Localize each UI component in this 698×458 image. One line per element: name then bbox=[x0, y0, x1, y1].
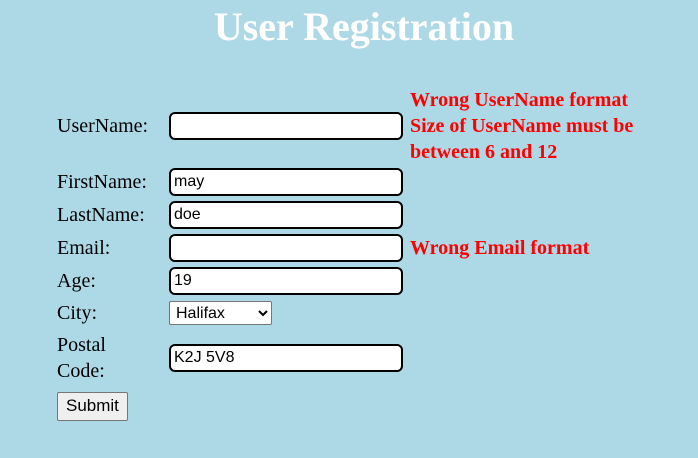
age-label: Age: bbox=[57, 269, 96, 292]
firstname-label: FirstName: bbox=[57, 170, 147, 193]
form-row-age: Age: bbox=[55, 264, 660, 297]
age-input[interactable] bbox=[169, 266, 403, 295]
username-size-error: Size of UserName must be between 6 and 1… bbox=[410, 115, 634, 163]
email-error: Wrong Email format bbox=[410, 236, 590, 259]
registration-form: UserName: Wrong UserName format Size of … bbox=[55, 87, 660, 425]
lastname-input[interactable] bbox=[169, 200, 403, 229]
username-label: UserName: bbox=[57, 115, 149, 137]
city-select[interactable]: Halifax bbox=[169, 301, 272, 325]
form-row-email: Email: Wrong Email format bbox=[55, 231, 660, 264]
username-error: Wrong UserName format Size of UserName m… bbox=[406, 87, 660, 165]
page-title: User Registration bbox=[213, 4, 515, 49]
username-format-error: Wrong UserName format bbox=[410, 89, 629, 111]
firstname-input[interactable] bbox=[169, 167, 403, 196]
submit-button[interactable]: Submit bbox=[57, 391, 128, 421]
username-input[interactable] bbox=[169, 112, 403, 140]
form-row-city: City: Halifax bbox=[55, 297, 660, 329]
city-label: City: bbox=[57, 302, 98, 324]
lastname-label: LastName: bbox=[57, 203, 145, 226]
form-row-submit: Submit bbox=[55, 387, 660, 425]
form-row-firstname: FirstName: bbox=[55, 165, 660, 198]
email-input[interactable] bbox=[169, 233, 403, 262]
form-row-username: UserName: Wrong UserName format Size of … bbox=[55, 87, 660, 165]
email-label: Email: bbox=[57, 236, 111, 259]
postal-code-input[interactable] bbox=[169, 344, 403, 372]
postal-code-label: Postal Code: bbox=[57, 334, 106, 382]
form-row-lastname: LastName: bbox=[55, 198, 660, 231]
form-row-postal: Postal Code: bbox=[55, 329, 660, 387]
